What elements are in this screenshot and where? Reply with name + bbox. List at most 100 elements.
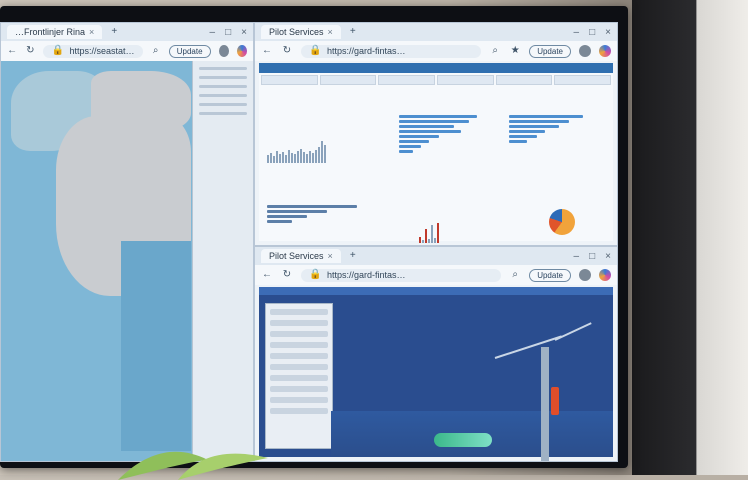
maximize-icon[interactable]: □ (589, 251, 595, 262)
chart-bar (279, 154, 281, 163)
dashboard-header (259, 63, 613, 73)
maximize-icon[interactable]: □ (589, 27, 595, 38)
control-row[interactable] (270, 386, 328, 392)
chart-bar (509, 120, 569, 123)
plus-icon[interactable]: + (347, 26, 359, 38)
dashboard-tab[interactable] (495, 75, 553, 85)
chart-bar (297, 151, 299, 163)
tab-title: Pilot Services (269, 27, 324, 37)
chart-bar (309, 151, 311, 163)
chart-bar (399, 115, 477, 118)
dashboard-tab[interactable] (554, 75, 612, 85)
refresh-icon[interactable]: ↻ (25, 45, 35, 57)
chart-bar (399, 140, 429, 143)
refresh-icon[interactable]: ↻ (281, 45, 293, 57)
lock-icon: 🔒 (309, 269, 322, 280)
control-row[interactable] (270, 342, 328, 348)
chart-bar (282, 152, 284, 163)
panel-row[interactable] (199, 103, 247, 106)
search-icon[interactable]: ⌕ (509, 269, 521, 281)
control-row[interactable] (270, 408, 328, 414)
tab-map[interactable]: …Frontlinjer Rina × (7, 25, 103, 39)
search-icon[interactable]: ⌕ (489, 45, 501, 57)
minimize-icon[interactable]: – (574, 251, 580, 262)
update-button[interactable]: Update (529, 44, 571, 58)
dashboard-tab[interactable] (319, 75, 377, 85)
tab-pilot-services[interactable]: Pilot Services × (261, 249, 341, 263)
refresh-icon[interactable]: ↻ (281, 269, 293, 281)
chart-bar (273, 156, 275, 163)
back-icon[interactable]: ← (261, 45, 273, 57)
control-row[interactable] (270, 331, 328, 337)
close-icon[interactable]: × (328, 27, 333, 37)
panel-row[interactable] (199, 85, 247, 88)
plus-icon[interactable]: + (108, 26, 120, 38)
chart-bar (321, 141, 323, 163)
close-icon[interactable]: × (89, 27, 94, 37)
chart-bar (509, 135, 537, 138)
minimize-icon[interactable]: – (210, 27, 216, 38)
profile-icon[interactable] (579, 45, 591, 57)
close-icon[interactable]: × (328, 251, 333, 261)
control-row[interactable] (270, 397, 328, 403)
horizontal-bar-chart (267, 203, 387, 225)
maximize-icon[interactable]: □ (225, 27, 231, 38)
chart-bar (509, 140, 527, 143)
back-icon[interactable]: ← (261, 269, 273, 281)
vessel-model[interactable] (434, 433, 492, 447)
url-field[interactable]: 🔒 https://seastat… (43, 44, 143, 58)
copilot-icon[interactable] (236, 45, 247, 57)
url-field[interactable]: 🔒 https://gard-fintas… (301, 44, 482, 58)
chart-bar (399, 130, 461, 133)
url-field[interactable]: 🔒 https://gard-fintas… (301, 268, 502, 282)
cable-line (554, 322, 592, 341)
search-icon[interactable]: ⌕ (151, 45, 161, 57)
control-row[interactable] (270, 309, 328, 315)
copilot-icon[interactable] (599, 269, 611, 281)
back-icon[interactable]: ← (7, 45, 17, 57)
chart-bar (285, 155, 287, 163)
chart-bar (399, 120, 469, 123)
chart-bar (300, 149, 302, 163)
control-row[interactable] (270, 353, 328, 359)
panel-row[interactable] (199, 94, 247, 97)
copilot-icon[interactable] (599, 45, 611, 57)
dashboard-tab[interactable] (437, 75, 494, 85)
tab-pilot-services[interactable]: Pilot Services × (261, 25, 341, 39)
panel-row[interactable] (199, 76, 247, 79)
lock-icon: 🔒 (309, 45, 322, 56)
profile-icon[interactable] (218, 45, 229, 57)
cable-line (494, 335, 562, 359)
profile-icon[interactable] (579, 269, 591, 281)
close-icon[interactable]: × (241, 27, 247, 38)
address-bar: ← ↻ 🔒 https://seastat… ⌕ Update (1, 41, 253, 61)
star-icon[interactable]: ★ (509, 45, 521, 57)
chart-bar (419, 237, 421, 243)
update-button[interactable]: Update (168, 44, 211, 58)
minimize-icon[interactable]: – (574, 27, 580, 38)
panel-row[interactable] (199, 112, 247, 115)
tab-bar: Pilot Services × + – □ × (255, 247, 617, 265)
close-icon[interactable]: × (605, 251, 611, 262)
control-row[interactable] (270, 320, 328, 326)
beacon-marker[interactable] (551, 387, 559, 415)
chart-bar (306, 154, 308, 163)
map-water (121, 241, 191, 451)
chart-bar (267, 155, 269, 163)
map-canvas[interactable] (1, 61, 193, 461)
control-row[interactable] (270, 375, 328, 381)
control-row[interactable] (270, 364, 328, 370)
update-button[interactable]: Update (529, 268, 571, 282)
tab-bar: Pilot Services × + – □ × (255, 23, 617, 41)
plus-icon[interactable]: + (347, 250, 359, 262)
panel-row[interactable] (199, 67, 247, 70)
address-bar: ← ↻ 🔒 https://gard-fintas… ⌕ Update (255, 265, 617, 285)
chart-bar (399, 135, 439, 138)
close-icon[interactable]: × (605, 27, 611, 38)
dashboard-tab[interactable] (261, 75, 318, 85)
monitor-frame: …Frontlinjer Rina × + – □ × ← ↻ 🔒 https:… (0, 6, 628, 468)
dashboard-tab[interactable] (378, 75, 436, 85)
chart-bar (267, 205, 357, 208)
scene-viewport[interactable] (259, 287, 613, 461)
chart-bar (267, 220, 292, 223)
